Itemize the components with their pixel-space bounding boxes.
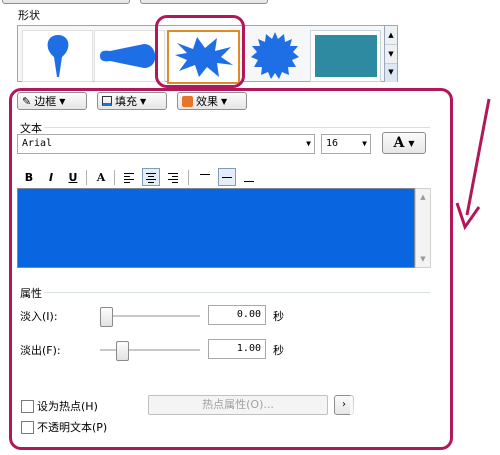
rectangle-icon bbox=[314, 35, 377, 77]
panel-highlight bbox=[9, 88, 453, 450]
rectangle-shape[interactable] bbox=[310, 30, 381, 82]
top-button-left[interactable] bbox=[2, 0, 130, 4]
selected-shape-highlight bbox=[155, 15, 245, 88]
gallery-scroll-up-button[interactable]: ▲ bbox=[385, 26, 397, 45]
starburst-shape[interactable] bbox=[240, 30, 309, 80]
balloon-pin-icon bbox=[47, 35, 68, 77]
teardrop-icon bbox=[99, 44, 155, 68]
annotation-arrow bbox=[455, 98, 491, 231]
shapes-gallery-scroller: ▲ ▼ ▼ bbox=[384, 25, 398, 82]
starburst-icon bbox=[250, 32, 299, 79]
top-button-right[interactable] bbox=[140, 0, 268, 4]
balloon-pin-shape[interactable] bbox=[22, 30, 93, 82]
gallery-scroll-down-button[interactable]: ▼ bbox=[385, 45, 397, 64]
gallery-expand-button[interactable]: ▼ bbox=[385, 64, 397, 82]
